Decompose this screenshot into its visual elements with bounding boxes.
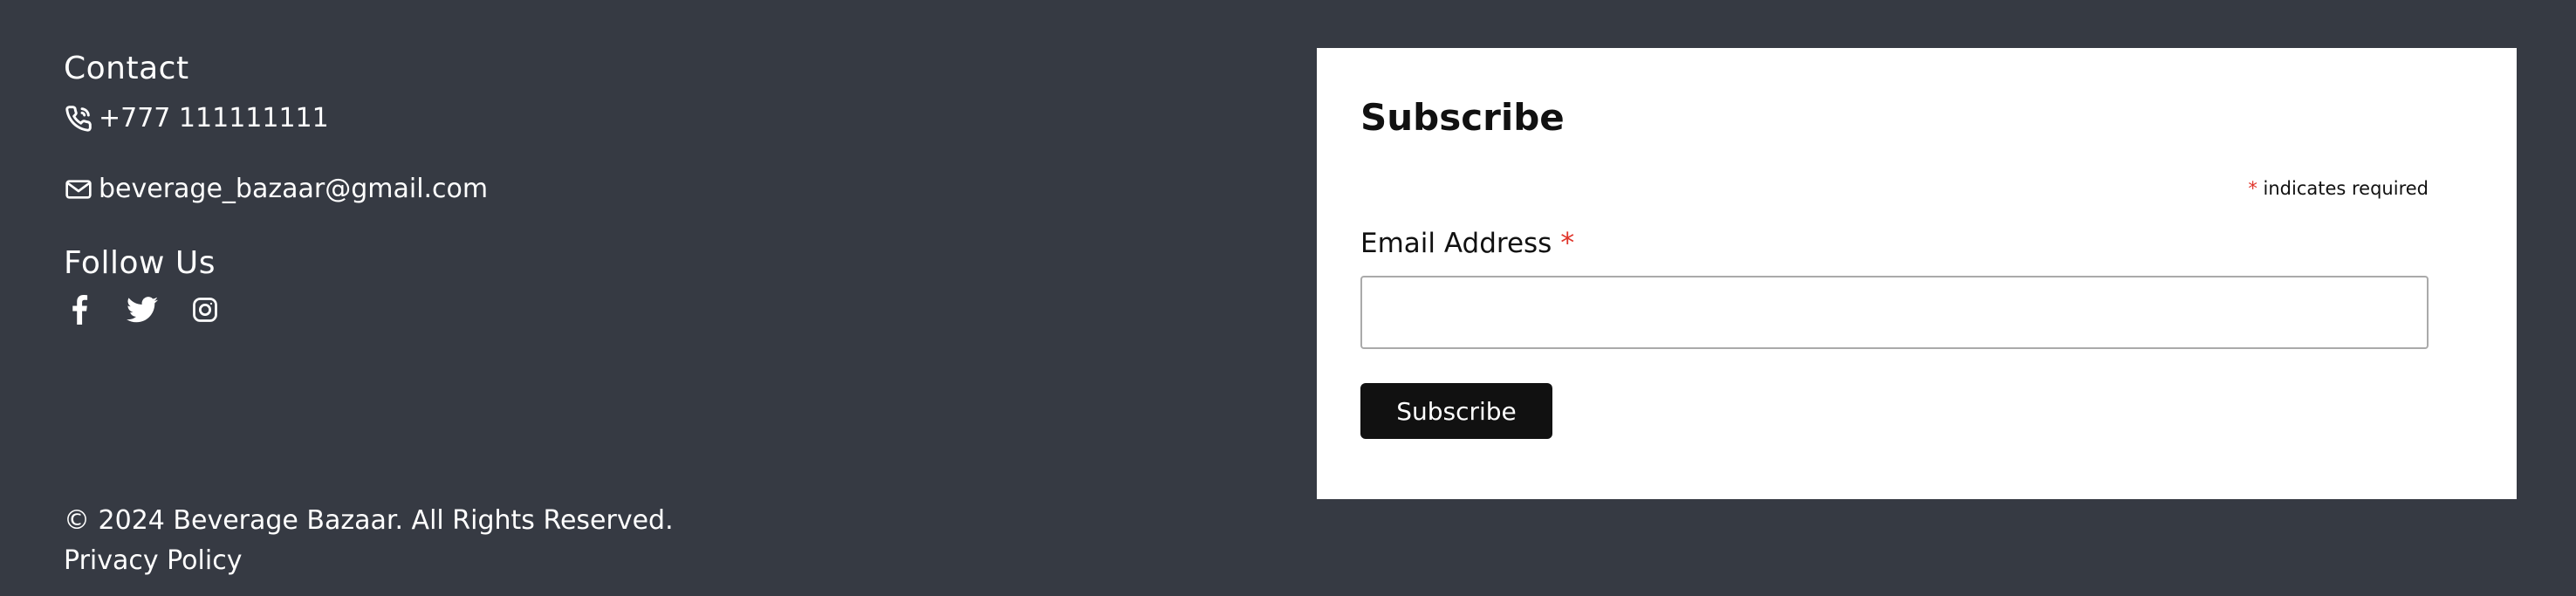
envelope-icon [64,175,93,204]
legal-section: © 2024 Beverage Bazaar. All Rights Reser… [64,501,674,581]
contact-email-row: beverage_bazaar@gmail.com [64,172,488,207]
instagram-icon[interactable] [189,294,221,325]
email-label-text: Email Address [1360,228,1552,259]
facebook-icon[interactable] [64,294,95,325]
email-field-label: Email Address * [1360,223,1574,263]
email-input[interactable] [1360,276,2429,349]
subscribe-panel: Subscribe * indicates required Email Add… [1317,48,2517,499]
phone-icon [64,104,93,134]
twitter-icon[interactable] [127,294,158,325]
copyright-text: © 2024 Beverage Bazaar. All Rights Reser… [64,505,674,536]
site-footer: Contact +777 111111111 beverage_bazaar@g… [0,0,2576,596]
social-links [64,294,488,325]
email-required-asterisk: * [1560,226,1575,259]
contact-phone: +777 111111111 [99,103,329,134]
privacy-policy-link[interactable]: Privacy Policy [64,541,674,581]
contact-title: Contact [64,51,189,86]
follow-us-title: Follow Us [64,245,216,281]
required-asterisk: * [2248,178,2257,199]
subscribe-button[interactable]: Subscribe [1360,383,1552,439]
required-note-text: indicates required [2263,178,2429,199]
contact-phone-row: +777 111111111 [64,101,488,136]
subscribe-title: Subscribe [1360,96,1565,139]
contact-section: Contact +777 111111111 beverage_bazaar@g… [64,45,488,325]
contact-email[interactable]: beverage_bazaar@gmail.com [99,172,488,207]
required-indicator-note: * indicates required [2248,176,2429,201]
